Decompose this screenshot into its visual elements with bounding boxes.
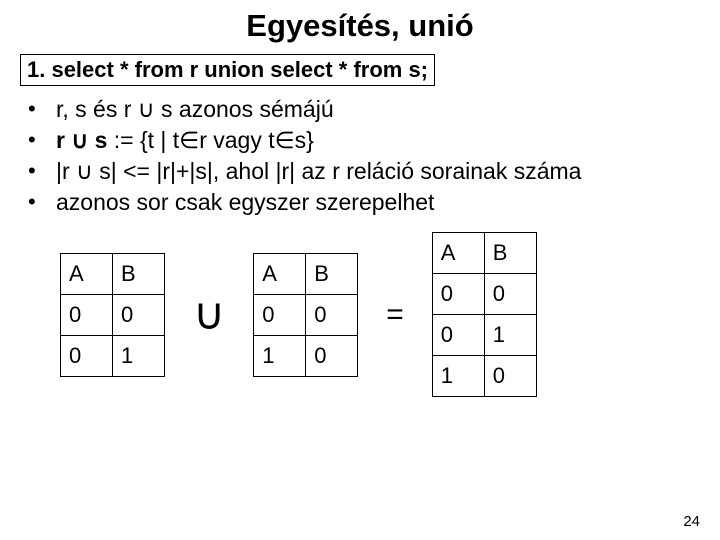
- union-icon: ∪: [193, 289, 225, 340]
- col-header: A: [432, 233, 484, 274]
- bullet-item: azonos sor csak egyszer szerepelhet: [20, 187, 700, 218]
- col-header: B: [484, 233, 536, 274]
- cell: 0: [113, 294, 165, 335]
- bullet-item: r ∪ s := {t | t∈r vagy t∈s}: [20, 125, 700, 156]
- cell: 0: [432, 274, 484, 315]
- cell: 1: [113, 335, 165, 376]
- tables-row: A B 0 0 0 1 ∪ A B 0 0 1 0: [60, 232, 700, 397]
- table-left: A B 0 0 0 1: [60, 253, 165, 377]
- page-number: 24: [683, 513, 700, 530]
- cell: 0: [484, 356, 536, 397]
- col-header: B: [113, 253, 165, 294]
- cell: 0: [306, 294, 358, 335]
- cell: 0: [61, 294, 113, 335]
- col-header: A: [61, 253, 113, 294]
- bullet-bold: r ∪ s: [56, 127, 107, 153]
- cell: 1: [254, 335, 306, 376]
- cell: 1: [484, 315, 536, 356]
- slide-title: Egyesítés, unió: [20, 8, 700, 44]
- bullet-item: |r ∪ s| <= |r|+|s|, ahol |r| az r reláci…: [20, 156, 700, 187]
- cell: 0: [432, 315, 484, 356]
- table-mid: A B 0 0 1 0: [253, 253, 358, 377]
- cell: 0: [61, 335, 113, 376]
- col-header: B: [306, 253, 358, 294]
- equals-icon: =: [386, 298, 404, 332]
- cell: 0: [484, 274, 536, 315]
- col-header: A: [254, 253, 306, 294]
- bullet-item: r, s és r ∪ s azonos sémájú: [20, 94, 700, 125]
- cell: 1: [432, 356, 484, 397]
- bullet-rest: := {t | t∈r vagy t∈s}: [107, 127, 313, 153]
- bullet-list: r, s és r ∪ s azonos sémájú r ∪ s := {t …: [20, 94, 700, 218]
- sql-statement-box: 1. select * from r union select * from s…: [20, 54, 435, 86]
- cell: 0: [306, 335, 358, 376]
- table-right: A B 0 0 0 1 1 0: [432, 232, 537, 397]
- cell: 0: [254, 294, 306, 335]
